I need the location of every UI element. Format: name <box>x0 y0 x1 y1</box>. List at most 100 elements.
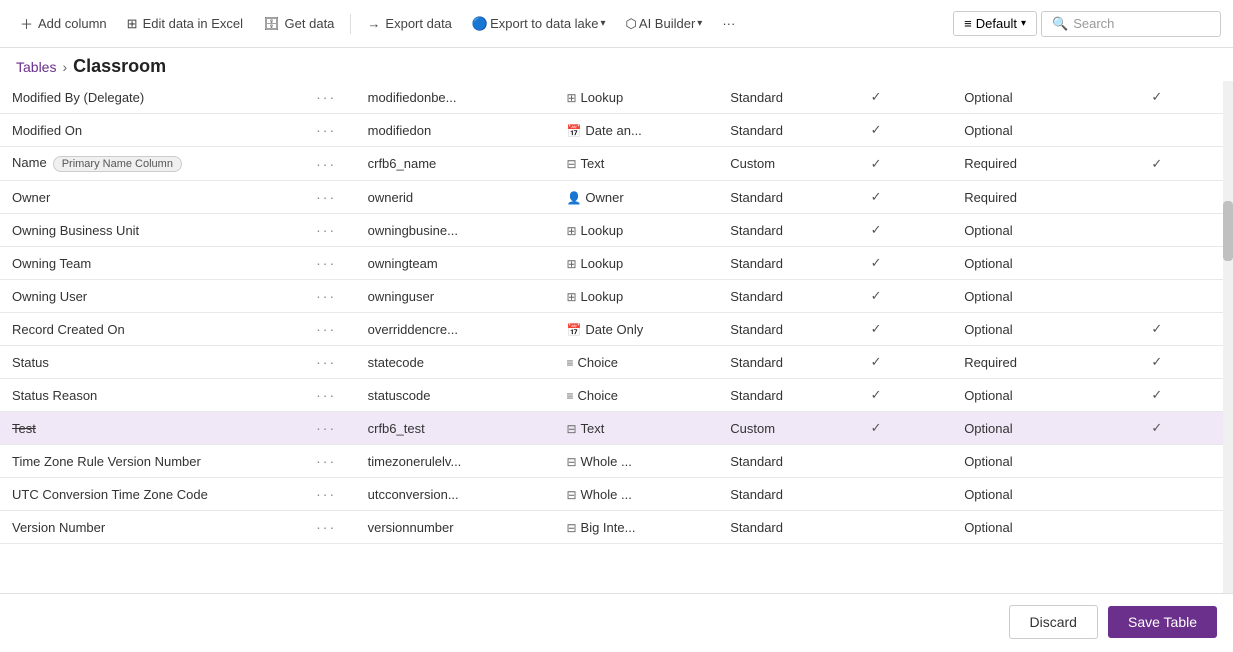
row-menu-dots[interactable]: ··· <box>304 81 355 114</box>
type-icon: ⊟ <box>566 521 576 535</box>
searchable-cell <box>859 478 953 511</box>
type-icon: ⊞ <box>566 257 576 271</box>
three-dots-icon[interactable]: ··· <box>316 387 336 403</box>
table-row[interactable]: Status Reason···statuscode≡ChoiceStandar… <box>0 379 1233 412</box>
three-dots-icon[interactable]: ··· <box>316 453 336 469</box>
logical-name-cell: crfb6_test <box>356 412 555 445</box>
row-menu-dots[interactable]: ··· <box>304 511 355 544</box>
add-column-button[interactable]: ＋ Add column <box>12 10 115 37</box>
audited-cell: ✓ <box>1139 346 1233 379</box>
column-name: Version Number <box>12 520 105 535</box>
row-menu-dots[interactable]: ··· <box>304 478 355 511</box>
type-label: Text <box>581 156 605 171</box>
footer: Discard Save Table <box>0 593 1233 649</box>
row-menu-dots[interactable]: ··· <box>304 181 355 214</box>
row-menu-dots[interactable]: ··· <box>304 214 355 247</box>
table-row[interactable]: Test···crfb6_test⊟TextCustom✓Optional✓ <box>0 412 1233 445</box>
table-row[interactable]: Record Created On···overriddencre...📅Dat… <box>0 313 1233 346</box>
table-row[interactable]: Owning User···owninguser⊞LookupStandard✓… <box>0 280 1233 313</box>
audited-cell: ✓ <box>1139 412 1233 445</box>
three-dots-icon[interactable]: ··· <box>316 486 336 502</box>
save-table-button[interactable]: Save Table <box>1108 606 1217 638</box>
table-row[interactable]: Owner···ownerid👤OwnerStandard✓Required <box>0 181 1233 214</box>
column-name: Modified On <box>12 123 82 138</box>
get-data-button[interactable]: 🗄 Get data <box>255 12 342 36</box>
row-menu-dots[interactable]: ··· <box>304 247 355 280</box>
three-dots-icon[interactable]: ··· <box>316 519 336 535</box>
type-label: Date an... <box>585 123 641 138</box>
database-icon: 🗄 <box>263 16 280 32</box>
ai-icon: ⬡ <box>626 16 637 32</box>
table-row[interactable]: UTC Conversion Time Zone Code···utcconve… <box>0 478 1233 511</box>
row-menu-dots[interactable]: ··· <box>304 313 355 346</box>
custom-cell: Standard <box>718 313 858 346</box>
column-name: Status <box>12 355 49 370</box>
row-menu-dots[interactable]: ··· <box>304 114 355 147</box>
scrollbar[interactable] <box>1223 81 1233 593</box>
chevron-down-icon: ▾ <box>697 18 702 29</box>
table-row[interactable]: Time Zone Rule Version Number···timezone… <box>0 445 1233 478</box>
logical-name-cell: versionnumber <box>356 511 555 544</box>
table-row[interactable]: Modified By (Delegate)···modifiedonbe...… <box>0 81 1233 114</box>
table-row[interactable]: Status···statecode≡ChoiceStandard✓Requir… <box>0 346 1233 379</box>
three-dots-icon[interactable]: ··· <box>316 222 336 238</box>
searchable-cell: ✓ <box>859 114 953 147</box>
table-row[interactable]: Owning Team···owningteam⊞LookupStandard✓… <box>0 247 1233 280</box>
table-row[interactable]: Version Number ··· versionnumber⊟Big Inte.… <box>0 511 1233 544</box>
type-cell: ⊟Big Inte... <box>554 511 718 544</box>
required-cell: Optional <box>952 445 1139 478</box>
search-button[interactable]: 🔍 Search <box>1041 11 1221 37</box>
three-dots-icon[interactable]: ··· <box>316 89 336 105</box>
row-menu-dots[interactable]: ··· <box>304 445 355 478</box>
searchable-cell: ✓ <box>859 181 953 214</box>
logical-name-cell: utcconversion... <box>356 478 555 511</box>
three-dots-icon[interactable]: ··· <box>316 288 336 304</box>
type-icon: 👤 <box>566 191 581 205</box>
row-menu-dots[interactable]: ··· <box>304 280 355 313</box>
scrollbar-thumb[interactable] <box>1223 201 1233 261</box>
three-dots-icon[interactable]: ··· <box>316 255 336 271</box>
three-dots-icon[interactable]: ··· <box>316 354 336 370</box>
row-menu-dots[interactable]: ··· <box>304 147 355 181</box>
export-data-button[interactable]: → Export data <box>359 12 460 35</box>
divider-1 <box>350 14 351 34</box>
audited-cell: ✓ <box>1139 379 1233 412</box>
ai-builder-button[interactable]: ⬡ AI Builder ▾ <box>618 12 711 36</box>
custom-cell: Standard <box>718 379 858 412</box>
required-cell: Optional <box>952 313 1139 346</box>
export-lake-button[interactable]: 🔵 Export to data lake ▾ <box>464 12 614 36</box>
column-name-cell: Status Reason <box>0 379 304 412</box>
type-icon: ≡ <box>566 356 573 370</box>
discard-button[interactable]: Discard <box>1009 605 1098 639</box>
row-menu-dots[interactable]: ··· <box>304 412 355 445</box>
three-dots-icon[interactable]: ··· <box>316 321 336 337</box>
row-menu-dots[interactable]: ··· <box>304 379 355 412</box>
three-dots-icon[interactable]: ··· <box>316 189 336 205</box>
type-icon: ⊟ <box>566 455 576 469</box>
more-button[interactable]: ··· <box>714 12 743 35</box>
row-menu-dots[interactable]: ··· <box>304 346 355 379</box>
column-name: Owning Business Unit <box>12 223 139 238</box>
table-row[interactable]: Owning Business Unit···owningbusine...⊞L… <box>0 214 1233 247</box>
column-name: Owning User <box>12 289 87 304</box>
tables-link[interactable]: Tables <box>16 59 56 75</box>
table-row[interactable]: NamePrimary Name Column···crfb6_name⊟Tex… <box>0 147 1233 181</box>
custom-cell: Custom <box>718 147 858 181</box>
breadcrumb: Tables › Classroom <box>0 48 1233 81</box>
table-container: Modified By (Delegate)···modifiedonbe...… <box>0 81 1233 593</box>
type-cell: ⊞Lookup <box>554 247 718 280</box>
edit-excel-button[interactable]: ⊞ Edit data in Excel <box>119 12 251 36</box>
default-view-button[interactable]: ≡ Default ▾ <box>953 11 1037 36</box>
three-dots-icon[interactable]: ··· <box>316 122 336 138</box>
audited-check-icon: ✓ <box>1151 387 1162 402</box>
required-cell: Optional <box>952 379 1139 412</box>
type-cell: 📅Date Only <box>554 313 718 346</box>
check-icon: ✓ <box>871 288 882 303</box>
column-name: Owning Team <box>12 256 91 271</box>
column-name: Time Zone Rule Version Number <box>12 454 201 469</box>
table-row[interactable]: Modified On···modifiedon📅Date an...Stand… <box>0 114 1233 147</box>
column-name: Status Reason <box>12 388 97 403</box>
column-name-cell: Owner <box>0 181 304 214</box>
three-dots-icon[interactable]: ··· <box>316 156 336 172</box>
three-dots-icon[interactable]: ··· <box>316 420 336 436</box>
